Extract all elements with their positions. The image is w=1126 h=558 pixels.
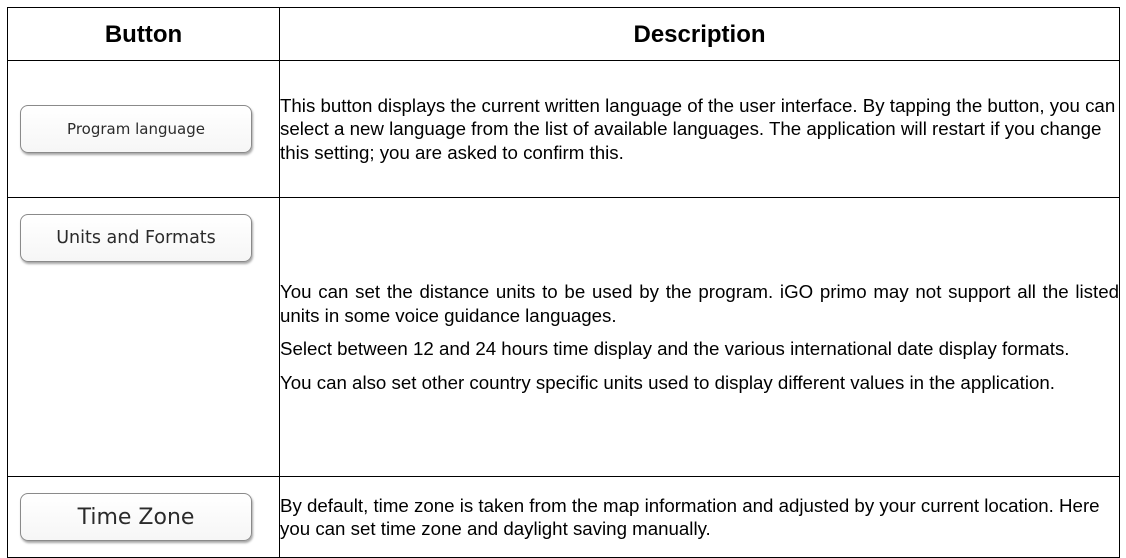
program-language-button[interactable]: Program language xyxy=(20,105,252,153)
description-paragraph: By default, time zone is taken from the … xyxy=(280,494,1100,540)
time-zone-button[interactable]: Time Zone xyxy=(20,493,252,541)
description-paragraph: Select between 12 and 24 hours time disp… xyxy=(280,338,1070,359)
button-cell: Time Zone xyxy=(7,476,280,558)
description-paragraph: You can also set other country specific … xyxy=(280,371,1055,393)
button-column-header: Button xyxy=(7,7,280,61)
description-cell: By default, time zone is taken from the … xyxy=(279,476,1120,558)
button-cell: Program language xyxy=(7,60,280,198)
button-cell: Units and Formats xyxy=(7,197,280,477)
description-column-header: Description xyxy=(279,7,1120,61)
units-and-formats-button[interactable]: Units and Formats xyxy=(20,214,252,262)
table-row: Units and Formats You can set the distan… xyxy=(7,197,1120,477)
header-row: Button Description xyxy=(7,7,1120,61)
settings-table: Button Description Program language This… xyxy=(7,7,1120,558)
description-paragraph: This button displays the current written… xyxy=(280,94,1116,163)
description-cell: You can set the distance units to be use… xyxy=(279,197,1120,477)
description-cell: This button displays the current written… xyxy=(279,60,1120,198)
description-paragraph: You can set the distance units to be use… xyxy=(280,281,1119,326)
table-row: Time Zone By default, time zone is taken… xyxy=(7,476,1120,558)
table-row: Program language This button displays th… xyxy=(7,60,1120,198)
